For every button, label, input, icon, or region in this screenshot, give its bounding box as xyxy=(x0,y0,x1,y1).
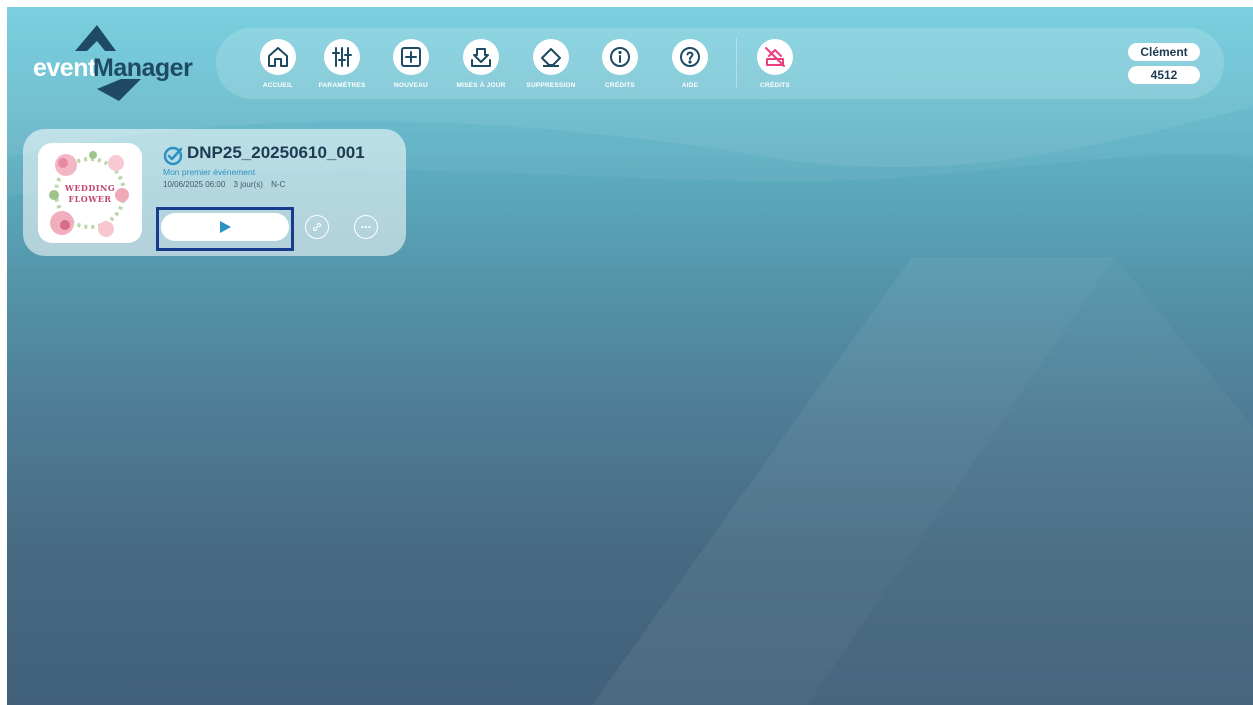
user-code-badge: 4512 xyxy=(1128,66,1200,84)
ellipsis-icon xyxy=(361,225,371,229)
eraser-icon xyxy=(533,39,569,75)
toolbar-divider xyxy=(736,38,737,88)
user-name-badge[interactable]: Clément xyxy=(1128,43,1200,61)
event-duration: 3 jour(s) xyxy=(233,180,263,189)
sliders-icon xyxy=(324,39,360,75)
logo-word-event: event xyxy=(33,54,96,82)
event-subtitle: Mon premier événement xyxy=(163,167,256,177)
play-button[interactable] xyxy=(161,213,289,241)
download-tray-icon xyxy=(463,39,499,75)
event-thumbnail: WEDDING FLOWER xyxy=(38,143,142,243)
toolbar-credits-label: CRÉDITS xyxy=(760,82,790,89)
play-icon xyxy=(220,221,231,233)
link-button[interactable] xyxy=(305,215,329,239)
toolbar-aide-label: AIDE xyxy=(681,82,699,89)
credits-disabled-icon xyxy=(757,39,793,75)
thumbnail-title-line1: WEDDING xyxy=(64,183,116,193)
main-toolbar: ACCUEIL PARAMÈTRES NOUVEAU MISES À JOUR … xyxy=(216,28,1224,99)
flower-wreath-image xyxy=(49,151,129,237)
info-icon xyxy=(602,39,638,75)
help-icon xyxy=(672,39,708,75)
event-meta: 10/06/2025 06:00 3 jour(s) N-C xyxy=(163,180,291,189)
event-manager-logo: event Manager xyxy=(29,21,219,111)
event-card[interactable]: WEDDING FLOWER DNP25_20250610_001 Mon pr… xyxy=(23,129,406,256)
link-icon xyxy=(312,222,322,232)
logo-word-manager: Manager xyxy=(93,54,193,82)
event-status: N-C xyxy=(271,180,286,189)
toolbar-credits-button[interactable]: CRÉDITS xyxy=(740,39,810,97)
verified-check-icon xyxy=(163,146,183,166)
plus-square-icon xyxy=(393,39,429,75)
event-date: 10/06/2025 06:00 xyxy=(163,180,226,189)
more-options-button[interactable] xyxy=(354,215,378,239)
thumbnail-title-line2: FLOWER xyxy=(68,194,112,204)
event-title: DNP25_20250610_001 xyxy=(187,143,365,162)
toolbar-aide-button[interactable]: AIDE xyxy=(655,39,725,97)
background-decoration xyxy=(7,7,1253,705)
app-window: event Manager ACCUEIL PARAMÈTRES NOUVEAU… xyxy=(7,7,1253,705)
home-icon xyxy=(260,39,296,75)
